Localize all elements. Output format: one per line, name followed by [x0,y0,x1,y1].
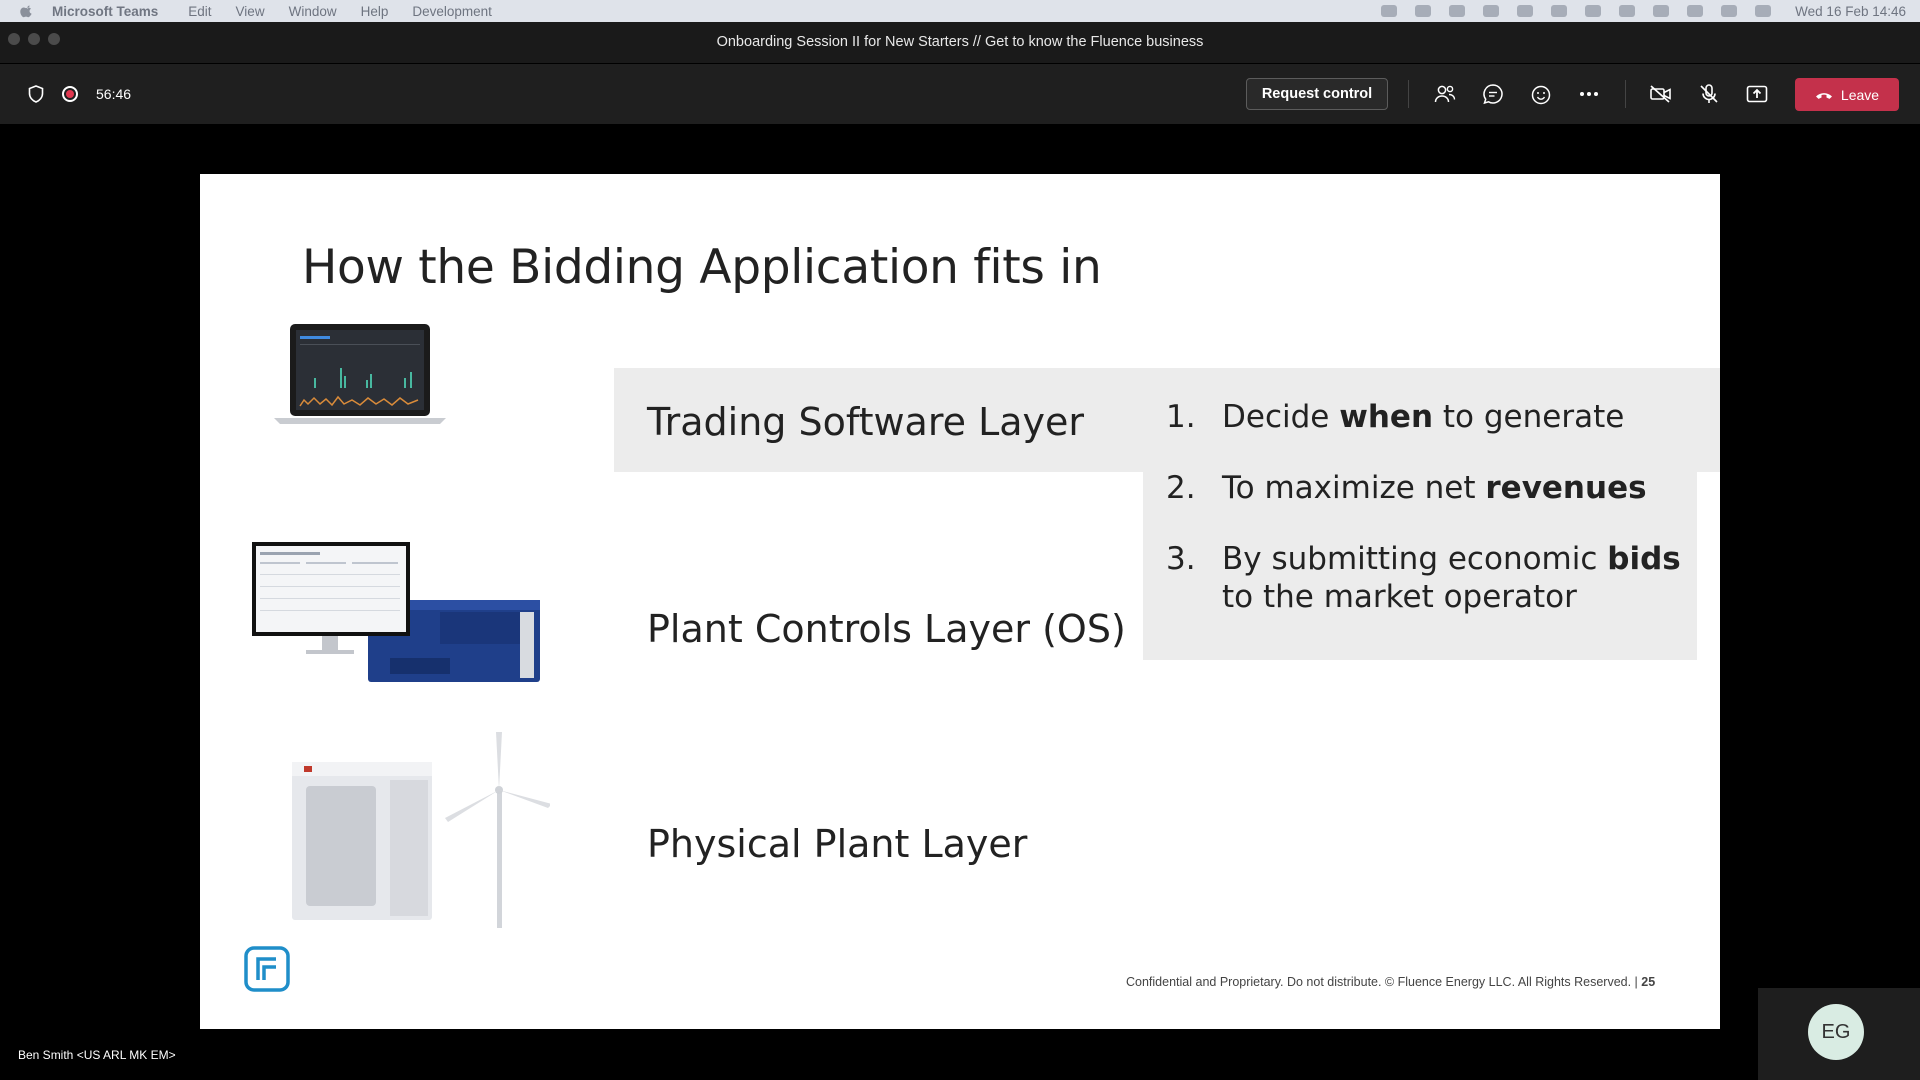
steps-list: 1. Decide when to generate 2. To maximiz… [1166,398,1686,649]
people-icon[interactable] [1433,82,1457,106]
meeting-toolbar: 56:46 Request control Leave [0,64,1920,124]
step-text: By submitting economic bids to the market… [1222,541,1681,615]
battery-and-turbine-image [292,732,550,928]
menu-help[interactable]: Help [361,4,389,19]
macos-menu-bar: Microsoft Teams Edit View Window Help De… [0,0,1920,22]
shield-icon[interactable] [28,85,44,103]
folder-status-icon[interactable] [1483,5,1500,17]
menu-edit[interactable]: Edit [188,4,211,19]
chat-icon[interactable] [1481,82,1505,106]
volume-icon[interactable] [1585,5,1602,17]
toolbar-divider [1625,80,1626,108]
step-item: 1. Decide when to generate [1166,398,1686,436]
step-item: 3. By submitting economic bids to the mar… [1166,540,1686,616]
self-video-tile[interactable]: EG [1758,988,1920,1080]
plant-controller-image [252,542,540,682]
leave-label: Leave [1840,86,1880,103]
step-text: To maximize net revenues [1222,470,1647,506]
layer-plant-controls: Plant Controls Layer (OS) [647,607,1126,651]
presenter-name: Ben Smith <US ARL MK EM> [18,1048,176,1062]
presentation-slide: How the Bidding Application fits in Trad… [200,174,1720,1029]
slide-page-number: 25 [1641,975,1656,989]
wifi-icon[interactable] [1687,5,1704,17]
shield-status-icon[interactable] [1381,5,1398,17]
display-icon[interactable] [1619,5,1636,17]
toolbar-divider [1408,80,1409,108]
avatar: EG [1808,1004,1864,1060]
mic-muted-icon[interactable] [1697,82,1721,106]
spotlight-search-icon[interactable] [1721,5,1738,17]
menu-bar-clock[interactable]: Wed 16 Feb 14:46 [1795,4,1906,19]
layer-physical-plant: Physical Plant Layer [647,822,1028,866]
leave-meeting-button[interactable]: Leave [1795,78,1899,111]
battery-icon[interactable] [1653,5,1670,17]
window-title-bar: Onboarding Session II for New Starters /… [0,22,1920,64]
step-text: Decide when to generate [1222,399,1625,435]
laptop-dashboard-image [274,324,446,424]
step-number: 1. [1166,399,1196,435]
step-number: 2. [1166,470,1196,506]
meeting-title: Onboarding Session II for New Starters /… [716,34,1204,50]
meeting-status: 56:46 [28,64,131,124]
step-item: 2. To maximize net revenues [1166,469,1686,507]
control-center-icon[interactable] [1755,5,1772,17]
sync-status-icon[interactable] [1551,5,1568,17]
slide-heading: How the Bidding Application fits in [302,240,1102,295]
weather-status-icon[interactable] [1449,5,1466,17]
meeting-timer: 56:46 [96,86,132,102]
step-number: 3. [1166,541,1196,577]
menu-app-name[interactable]: Microsoft Teams [52,4,158,19]
menu-view[interactable]: View [236,4,265,19]
camera-off-icon[interactable] [1649,82,1673,106]
share-status-icon[interactable] [1517,5,1534,17]
reactions-icon[interactable] [1529,82,1553,106]
hang-up-icon [1815,92,1832,99]
menu-bar-status-area: Wed 16 Feb 14:46 [1381,0,1906,22]
extension-status-icon[interactable] [1415,5,1432,17]
layer-trading-software: Trading Software Layer [647,400,1085,444]
slide-footer: Confidential and Proprietary. Do not dis… [1126,975,1655,989]
request-control-button[interactable]: Request control [1246,78,1388,110]
recording-icon [62,86,78,102]
menu-development[interactable]: Development [412,4,492,19]
apple-icon[interactable] [20,4,34,18]
fluence-logo [244,946,290,992]
menu-window[interactable]: Window [289,4,337,19]
share-screen-icon[interactable] [1745,82,1769,106]
confidential-notice: Confidential and Proprietary. Do not dis… [1126,975,1638,989]
more-options-icon[interactable] [1577,82,1601,106]
